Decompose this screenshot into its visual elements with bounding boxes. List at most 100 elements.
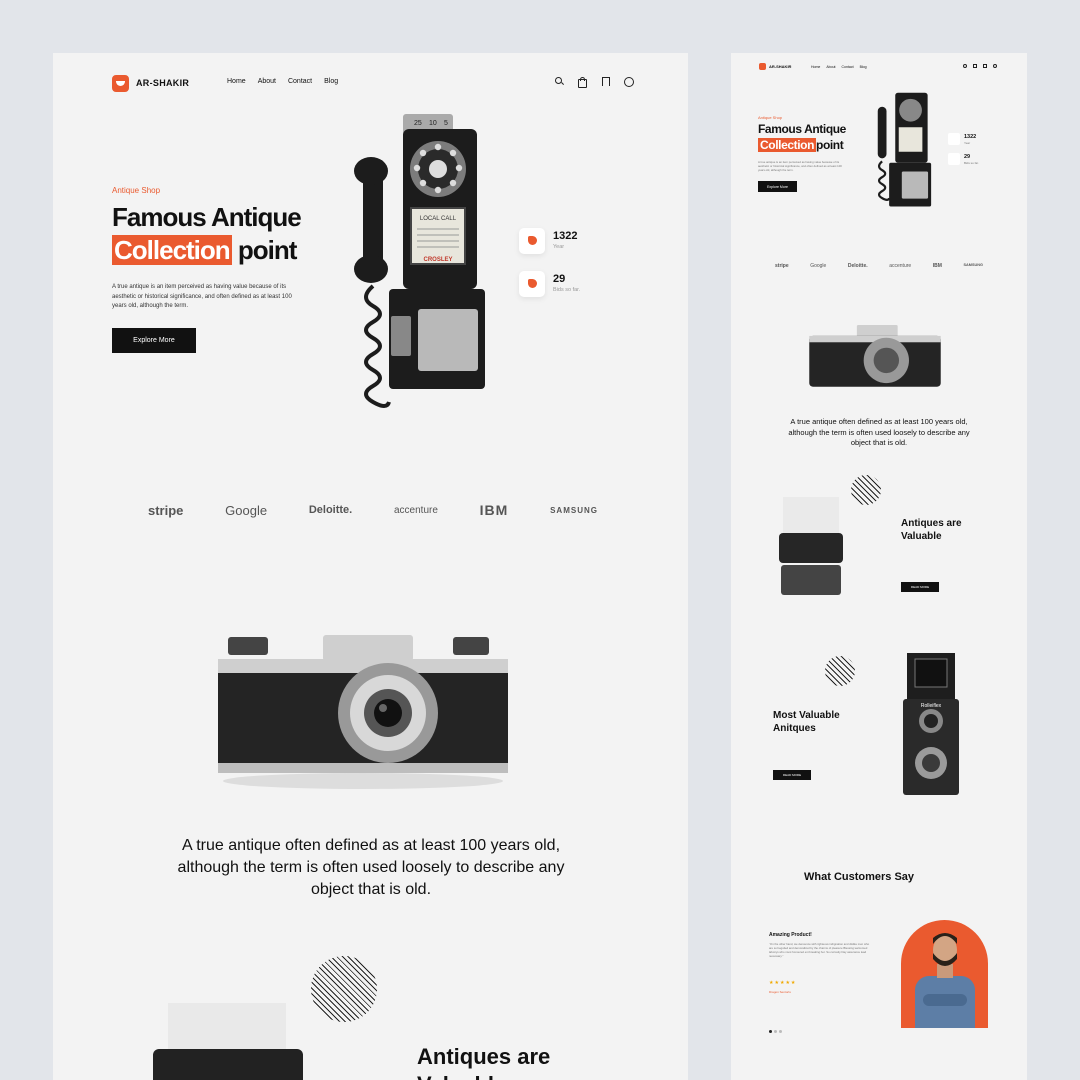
logo-samsung: SAMSUNG xyxy=(550,505,598,515)
section1-title-line1: Antiques are xyxy=(417,1044,551,1069)
nav-home[interactable]: Home xyxy=(811,65,820,69)
stat-bids: 29 Bids so far. xyxy=(519,271,629,301)
section1-title: Antiques are Valuable xyxy=(417,1043,550,1080)
phone-coin-5: 5 xyxy=(444,120,448,127)
logo-icon[interactable] xyxy=(759,63,766,70)
partner-logos: stripe Google Deloitte. accenture IBM SA… xyxy=(148,502,598,518)
nav-about[interactable]: About xyxy=(826,65,835,69)
stat-bids-label: Bids so far. xyxy=(553,287,581,293)
bookmark-icon[interactable] xyxy=(601,77,610,86)
explore-more-button[interactable]: Explore More xyxy=(112,328,196,353)
whatsapp-icon[interactable] xyxy=(624,77,634,87)
nav-links: Home About Contact Blog xyxy=(227,78,338,85)
bookmark-icon[interactable] xyxy=(983,64,987,68)
phone-coin-10: 10 xyxy=(429,120,437,127)
nav-icons xyxy=(555,77,634,88)
section2-title: Most Valuable Anitques xyxy=(773,709,840,735)
logo-samsung: SAMSUNG xyxy=(963,263,983,267)
read-more-button[interactable]: READ MORE xyxy=(901,582,939,592)
tag-icon xyxy=(519,228,545,254)
logo-ibm: IBM xyxy=(479,502,509,518)
hero-title-line2: Collection point xyxy=(758,137,846,153)
hatch-decoration xyxy=(825,656,855,686)
camera-brand: Rolleiflex xyxy=(921,703,942,709)
logo-accenture: accenture xyxy=(889,263,912,269)
phone-card-title: LOCAL CALL xyxy=(420,216,457,222)
hatch-decoration xyxy=(311,956,377,1022)
hero-title-highlight: Collection xyxy=(758,138,817,152)
nav-home[interactable]: Home xyxy=(227,78,246,85)
testimonial-text: “On the other hand, we denounce with rig… xyxy=(769,942,870,958)
stat-year: 1322 Year xyxy=(948,133,1008,147)
typewriter-image xyxy=(153,1003,303,1080)
stat-year-value: 1322 xyxy=(964,134,977,140)
hero-description: A true antique is an item perceived as h… xyxy=(112,284,292,309)
rating-stars: ★★★★★ xyxy=(769,980,797,986)
tag-icon xyxy=(948,133,960,145)
stat-year: 1322 Year xyxy=(519,228,629,258)
section1-title-line1: Antiques are xyxy=(901,518,962,529)
tlr-camera-image: Rolleiflex xyxy=(903,653,959,795)
customer-avatar xyxy=(915,933,975,1028)
payphone-image: CROSLEY LOCAL CALL 25 10 5 xyxy=(354,114,485,408)
hero-title: Famous Antique Collection point xyxy=(112,201,302,267)
stat-bids-value: 29 xyxy=(553,273,566,285)
nav-contact[interactable]: Contact xyxy=(288,78,312,85)
quote-text: A true antique often defined as at least… xyxy=(788,417,970,447)
hero-description: A true antique is an item perceived as h… xyxy=(758,160,842,172)
bag-icon[interactable] xyxy=(578,77,587,88)
read-more-button[interactable]: READ MORE xyxy=(773,770,811,780)
nav-icons xyxy=(963,64,997,68)
nav-about[interactable]: About xyxy=(258,78,276,85)
nav-blog[interactable]: Blog xyxy=(860,65,867,69)
hero-tag: Antique Shop xyxy=(758,115,783,120)
logo-google: Google xyxy=(225,502,268,518)
stat-bids-value: 29 xyxy=(964,154,971,160)
section2-title-line2: Anitques xyxy=(773,723,816,734)
brand-name[interactable]: AR-SHAKIR xyxy=(769,64,791,69)
logo-deloitte: Deloitte. xyxy=(308,504,353,516)
testimonials-title: What Customers Say xyxy=(804,871,915,883)
logo-ibm: IBM xyxy=(932,263,942,269)
partner-logos: stripe Google Deloitte. accenture IBM SA… xyxy=(775,263,983,269)
testimonial-heading: Amazing Product! xyxy=(769,932,812,938)
logo-icon[interactable] xyxy=(112,75,129,92)
carousel-dots[interactable] xyxy=(769,1020,784,1038)
full-page-preview: AR-SHAKIR Home About Contact Blog Antiqu… xyxy=(731,53,1027,1080)
hero-tag: Antique Shop xyxy=(112,186,161,195)
hatch-decoration xyxy=(851,475,881,505)
search-icon[interactable] xyxy=(555,77,563,86)
whatsapp-icon[interactable] xyxy=(993,64,997,68)
brand-name[interactable]: AR-SHAKIR xyxy=(136,78,189,88)
explore-more-button[interactable]: Explore More xyxy=(758,181,797,192)
stat-year-label: Year xyxy=(964,141,971,145)
hero-title-rest: point xyxy=(237,235,298,265)
phone-card-brand: CROSLEY xyxy=(423,257,452,263)
section2-title-line1: Most Valuable xyxy=(773,710,840,721)
hero-title-rest: point xyxy=(816,138,844,152)
nav-links: Home About Contact Blog xyxy=(811,65,867,69)
hero-title-line1: Famous Antique xyxy=(758,122,846,136)
section1-title-line2: Valuable xyxy=(417,1071,550,1080)
camera-image xyxy=(218,635,508,789)
logo-accenture: accenture xyxy=(393,504,438,516)
nav-blog[interactable]: Blog xyxy=(324,78,338,85)
phone-coin-25: 25 xyxy=(414,120,422,127)
bag-icon[interactable] xyxy=(973,64,977,68)
section1-title: Antiques are Valuable xyxy=(901,517,962,543)
stat-bids: 29 Bids so far. xyxy=(948,153,1008,167)
section1-title-line2: Valuable xyxy=(901,531,942,542)
navbar: AR-SHAKIR Home About Contact Blog xyxy=(112,75,634,93)
logo-google: Google xyxy=(810,263,827,269)
logo-stripe: stripe xyxy=(148,502,184,518)
hero-title: Famous Antique Collection point xyxy=(758,121,846,153)
search-icon[interactable] xyxy=(963,64,967,68)
desktop-preview: AR-SHAKIR Home About Contact Blog Antiqu… xyxy=(53,53,688,1080)
testimonial-author: Dragon Sentorts xyxy=(769,990,791,994)
nav-contact[interactable]: Contact xyxy=(842,65,854,69)
stat-year-label: Year xyxy=(553,244,565,250)
logo-deloitte: Deloitte. xyxy=(847,263,868,269)
hero-title-line2: Collection point xyxy=(112,234,301,267)
logo-stripe: stripe xyxy=(775,263,789,269)
trophy-icon xyxy=(519,271,545,297)
